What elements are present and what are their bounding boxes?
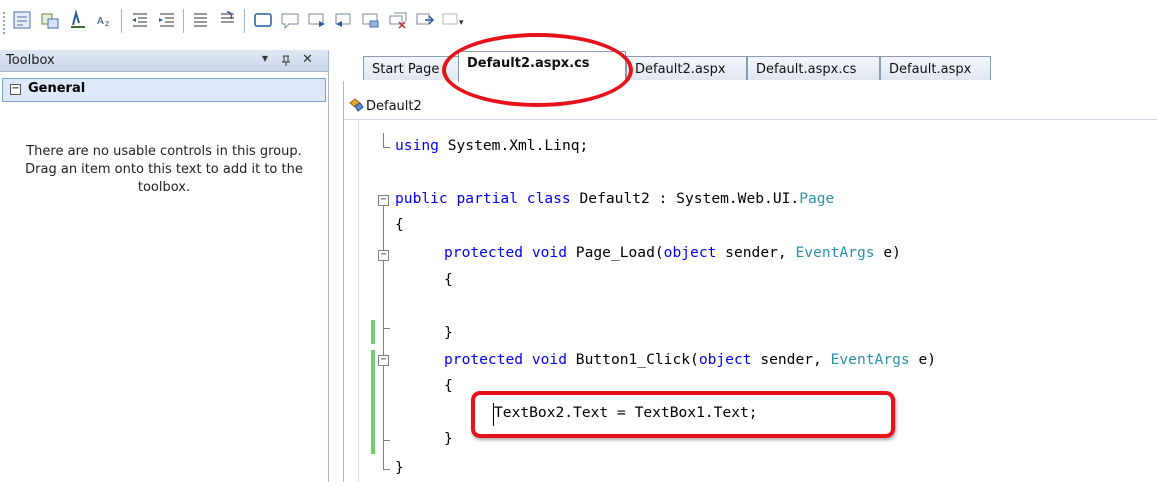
code-token: sender, <box>716 244 796 261</box>
code-token: sender, <box>751 351 831 368</box>
code-token: Page_Load( <box>567 244 664 261</box>
code-token: } <box>444 430 453 447</box>
code-token: Button1_Click( <box>567 351 699 368</box>
code-line: { <box>444 271 453 288</box>
code-token: } <box>444 324 453 341</box>
code-line: } <box>395 459 404 476</box>
code-token: { <box>444 271 453 288</box>
tab-label: Default2.aspx <box>635 62 726 77</box>
bookmark-icon[interactable] <box>279 9 301 31</box>
export-icon[interactable] <box>414 9 436 31</box>
sort-icon[interactable]: Az <box>95 9 117 31</box>
rectangle-icon[interactable] <box>252 9 274 31</box>
uncomment-icon[interactable] <box>217 9 239 31</box>
code-token: protected void <box>444 244 568 261</box>
code-token: object <box>663 244 717 261</box>
pin-icon[interactable] <box>281 54 291 67</box>
code-line: { <box>395 216 404 233</box>
code-line: protected void Page_Load(object sender, … <box>444 244 901 261</box>
collapse-icon[interactable]: − <box>10 84 21 95</box>
code-line: protected void Button1_Click(object send… <box>444 351 936 368</box>
toolbar-separator <box>244 9 245 33</box>
code-token: { <box>395 216 404 233</box>
toolbox-group-general[interactable]: − General <box>2 78 326 102</box>
code-token: e) <box>909 351 937 368</box>
code-highlight-box <box>471 391 895 438</box>
next-bookmark-icon[interactable] <box>306 9 328 31</box>
tab-label: Default.aspx <box>889 62 972 77</box>
svg-text:A: A <box>97 16 104 27</box>
indent-icon[interactable] <box>156 9 178 31</box>
toolbox-panel: Toolbox ▾ ✕ − General There are no usabl… <box>0 50 329 482</box>
tab-label: Start Page <box>372 62 440 77</box>
collapse-method-icon[interactable]: − <box>378 250 389 261</box>
svg-text:z: z <box>105 19 109 28</box>
code-line: using System.Xml.Linq; <box>395 137 588 154</box>
code-line: { <box>444 377 453 394</box>
outline-line <box>383 133 384 147</box>
tab-default2-aspx[interactable]: Default2.aspx <box>626 56 747 80</box>
folder-bookmark-icon[interactable] <box>360 9 382 31</box>
class-dropdown-label: Default2 <box>366 99 422 114</box>
editor-margin <box>344 120 359 482</box>
tab-default-aspx-cs[interactable]: Default.aspx.cs <box>747 56 880 80</box>
grip-icon[interactable] <box>3 12 8 34</box>
code-token: EventArgs <box>795 244 875 261</box>
properties-icon[interactable] <box>11 9 33 31</box>
changed-line-marker <box>371 350 375 454</box>
code-token: e) <box>874 244 901 261</box>
code-token: EventArgs <box>830 351 910 368</box>
code-line: } <box>444 430 453 447</box>
code-line: } <box>444 324 453 341</box>
code-token: using <box>395 137 439 154</box>
collapse-method-icon[interactable]: − <box>378 355 389 366</box>
toolbox-header: Toolbox ▾ ✕ <box>0 50 328 72</box>
code-token: protected void <box>444 351 568 368</box>
toolbox-title: Toolbox <box>6 53 55 68</box>
toolbox-group-label: General <box>28 81 86 96</box>
class-icon <box>349 98 364 112</box>
window-position-icon[interactable]: ▾ <box>262 51 268 65</box>
toolbar-separator <box>121 9 122 33</box>
outdent-icon[interactable] <box>129 9 151 31</box>
code-token: { <box>444 377 453 394</box>
code-token: public partial class <box>395 190 571 207</box>
outline-line <box>383 206 384 469</box>
code-token: Page <box>799 190 835 207</box>
toolbar-overflow-icon[interactable]: ▾ <box>459 18 464 28</box>
close-icon[interactable]: ✕ <box>302 52 313 67</box>
wizard-icon[interactable] <box>39 9 61 31</box>
toolbar-separator <box>183 9 184 33</box>
clear-bookmarks-icon[interactable] <box>387 9 409 31</box>
code-token: Default2 : System.Web.UI. <box>570 190 800 207</box>
outline-line <box>383 328 390 329</box>
toolbox-empty-message: There are no usable controls in this gro… <box>25 144 303 195</box>
tab-label: Default.aspx.cs <box>756 62 857 77</box>
comment-icon[interactable] <box>190 9 212 31</box>
outline-line <box>383 440 390 441</box>
code-token: System.Xml.Linq; <box>438 137 589 154</box>
outline-line <box>383 147 390 148</box>
collapse-class-icon[interactable]: − <box>378 195 389 206</box>
draw-icon[interactable] <box>67 9 89 31</box>
prev-bookmark-icon[interactable] <box>333 9 355 31</box>
code-token: object <box>698 351 752 368</box>
changed-line-marker <box>371 320 375 344</box>
code-token: } <box>395 459 404 476</box>
tab-highlight-ellipse <box>442 33 633 107</box>
outline-line <box>383 469 390 470</box>
code-line: public partial class Default2 : System.W… <box>395 190 834 207</box>
tab-default-aspx[interactable]: Default.aspx <box>880 56 991 80</box>
